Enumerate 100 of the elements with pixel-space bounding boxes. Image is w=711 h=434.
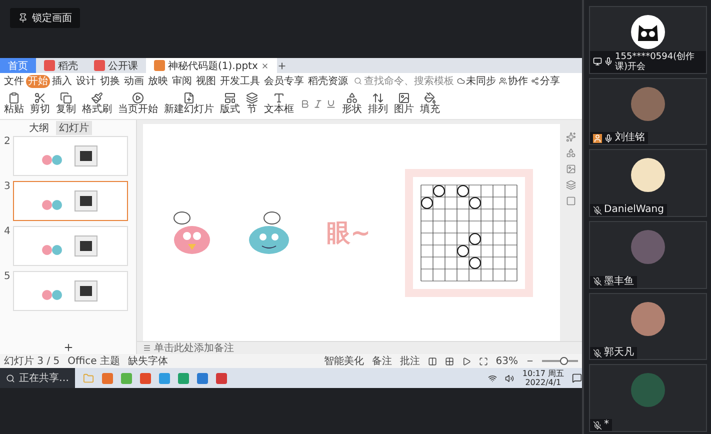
status-button[interactable]: 批注	[400, 354, 420, 368]
badge-label: 锁定画面	[32, 12, 72, 25]
ribbon-button[interactable]: 节	[246, 92, 258, 116]
mic-icon	[604, 134, 613, 143]
muted-mic-icon	[593, 277, 602, 286]
zoom-slider[interactable]	[560, 357, 568, 365]
ribbon-icon	[273, 92, 285, 104]
menu-tab[interactable]: 开发工具	[218, 74, 262, 88]
avatar-photo-placeholder	[631, 158, 665, 192]
underline-icon	[326, 99, 336, 109]
ribbon-button[interactable]: 文本框	[264, 92, 294, 116]
grid-view-icon	[444, 356, 454, 366]
menu-tab[interactable]: 动画	[122, 74, 146, 88]
thumbnail-drawing	[40, 234, 100, 258]
document-icon	[94, 60, 105, 71]
document-tab[interactable]: 稻壳	[36, 58, 86, 73]
ribbon-button[interactable]: 新建幻灯片	[164, 92, 214, 116]
ribbon-button[interactable]: 图片	[394, 92, 414, 116]
menu-tab[interactable]: 会员专享	[262, 74, 306, 88]
thumbnail-drawing	[40, 189, 100, 213]
new-tab-button[interactable]	[276, 60, 287, 70]
slide-number: 5	[4, 271, 11, 284]
status-text: Office 主题	[68, 354, 120, 368]
muted-mic-icon	[593, 348, 602, 358]
muted-mic-icon	[593, 206, 602, 215]
status-button[interactable]: 智能美化	[324, 354, 364, 368]
participant-name: 刘佳铭	[615, 133, 645, 144]
lock-screen-badge[interactable]: 锁定画面	[10, 8, 80, 28]
ribbon-icon	[224, 92, 236, 104]
italic-icon	[313, 99, 323, 109]
close-icon	[260, 62, 269, 70]
ribbon-button[interactable]: 复制	[56, 92, 76, 116]
taskbar-app-icon[interactable]	[197, 372, 208, 384]
taskbar-clock: 10:17 周五 2022/4/1	[522, 369, 564, 387]
menu-tab[interactable]: 文件	[2, 74, 26, 88]
slide-number: 4	[4, 226, 11, 239]
command-search-field[interactable]: 查找命令、搜索模板	[354, 74, 454, 88]
menu-tab[interactable]: 稻壳资源	[306, 74, 350, 88]
people-icon	[499, 77, 507, 85]
ribbon-icon	[91, 92, 103, 104]
screen-share-icon	[593, 57, 602, 66]
menu-tab[interactable]: 设计	[74, 74, 98, 88]
menu-tab[interactable]: 切换	[98, 74, 122, 88]
search-icon	[6, 374, 15, 382]
ribbon-icon	[346, 92, 358, 104]
side-tool-icon	[566, 164, 576, 174]
side-tool-icon	[566, 180, 576, 190]
pin-icon	[18, 13, 28, 23]
ribbon-icon	[132, 92, 144, 104]
side-tool-icon	[566, 148, 576, 158]
participant-name: DanielWang	[604, 205, 664, 216]
toolbar-action[interactable]: 协作	[499, 74, 528, 88]
menu-tab[interactable]: 审阅	[170, 74, 194, 88]
menu-tab[interactable]: 插入	[50, 74, 74, 88]
ribbon-button[interactable]: 排列	[368, 92, 388, 116]
bold-icon	[300, 99, 310, 109]
wifi-icon	[488, 374, 498, 382]
notification-icon	[572, 373, 582, 383]
cloud-icon	[457, 77, 465, 85]
toolbar-action[interactable]: 未同步	[457, 74, 496, 88]
ribbon-icon	[8, 92, 20, 104]
side-tool-icon	[566, 196, 576, 206]
ribbon-button[interactable]: 格式刷	[82, 92, 112, 116]
participant-name: 155****0594(创作课)开会	[615, 52, 696, 72]
panel-tab[interactable]: 大纲	[26, 121, 52, 135]
ribbon-button[interactable]: 形状	[342, 92, 362, 116]
add-slide-button[interactable]	[62, 342, 74, 353]
slide-number: 2	[4, 136, 11, 149]
toolbar-action[interactable]: 分享	[531, 74, 560, 88]
cat-avatar-drawing	[631, 15, 665, 49]
ribbon-icon	[372, 92, 384, 104]
document-tab[interactable]: 神秘代码题(1).pptx	[146, 58, 277, 73]
normal-view-icon	[428, 356, 437, 366]
thumbnail-drawing	[40, 279, 100, 303]
status-button[interactable]: 备注	[372, 354, 392, 368]
document-icon	[154, 60, 165, 71]
ribbon-button[interactable]: 填充	[420, 92, 440, 116]
mic-icon	[604, 57, 613, 66]
volume-icon	[505, 374, 514, 382]
menu-tab[interactable]: 视图	[194, 74, 218, 88]
host-icon	[593, 134, 602, 143]
slide-thumbnail[interactable]	[13, 181, 128, 221]
participant-name: 郭天凡	[604, 348, 634, 358]
ribbon-button[interactable]: 粘贴	[4, 92, 24, 116]
ribbon-icon	[398, 92, 410, 104]
status-text: 缺失字体	[128, 354, 168, 368]
ribbon-button[interactable]: 版式	[220, 92, 240, 116]
ribbon-button[interactable]: 当页开始	[118, 92, 158, 116]
menu-tab[interactable]: 放映	[146, 74, 170, 88]
taskbar-search[interactable]: 正在共享…	[0, 368, 75, 388]
taskbar-app-icon[interactable]	[140, 372, 151, 384]
avatar-photo-placeholder	[631, 302, 665, 336]
panel-tab[interactable]: 幻灯片	[56, 121, 92, 135]
side-tool-icon	[566, 132, 576, 142]
ribbon-button[interactable]: 剪切	[30, 92, 50, 116]
ribbon-icon	[183, 92, 195, 104]
document-tab[interactable]: 公开课	[86, 58, 146, 73]
ribbon-icon	[60, 92, 72, 104]
muted-mic-icon	[593, 420, 602, 430]
taskbar-app-icon[interactable]	[216, 372, 227, 384]
